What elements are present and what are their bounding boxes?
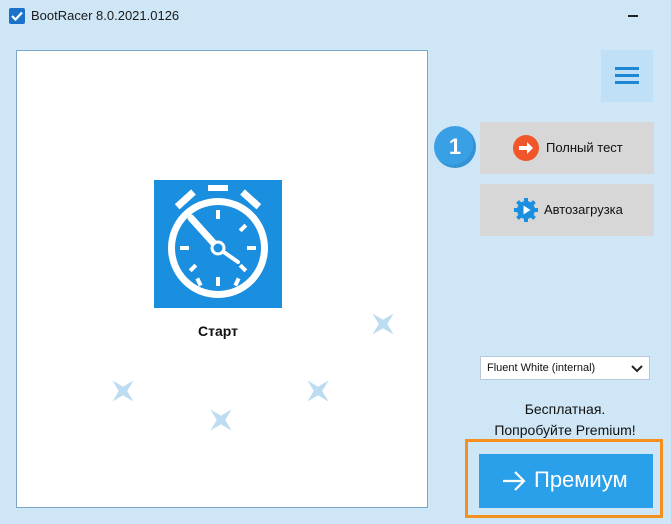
promo-text: Бесплатная. Попробуйте Premium! — [470, 399, 660, 441]
window-title: BootRacer 8.0.2021.0126 — [31, 8, 180, 23]
full-test-label: Полный тест — [546, 140, 623, 155]
theme-select-value: Fluent White (internal) — [487, 362, 596, 374]
premium-label: Премиум — [534, 467, 628, 492]
arrow-right-circle-icon — [513, 135, 539, 161]
autoload-label: Автозагрузка — [544, 202, 623, 217]
premium-button[interactable]: Премиум — [479, 454, 653, 508]
sparkle-icon — [112, 380, 134, 402]
hamburger-menu-icon — [615, 67, 639, 70]
full-test-button[interactable]: Полный тест — [480, 122, 654, 174]
sparkle-icon — [372, 313, 394, 335]
menu-button[interactable] — [601, 50, 653, 102]
arrow-right-icon — [503, 471, 526, 491]
minimize-icon[interactable] — [622, 0, 671, 30]
theme-select[interactable]: Fluent White (internal) — [480, 356, 650, 380]
start-button[interactable] — [154, 180, 282, 308]
title-bar: BootRacer 8.0.2021.0126 — [0, 0, 671, 34]
chevron-down-icon — [631, 365, 643, 373]
promo-line-2: Попробуйте Premium! — [494, 422, 636, 438]
stopwatch-icon — [168, 185, 268, 298]
gear-play-icon — [514, 198, 538, 222]
step-badge: 1 — [434, 126, 476, 168]
autoload-button[interactable]: Автозагрузка — [480, 184, 654, 236]
checkbox-check-icon — [9, 8, 25, 24]
sparkle-icon — [210, 409, 232, 431]
start-label[interactable]: Старт — [154, 323, 282, 339]
promo-line-1: Бесплатная. — [524, 401, 606, 417]
sparkle-icon — [307, 380, 329, 402]
main-stage: Старт — [16, 50, 428, 508]
